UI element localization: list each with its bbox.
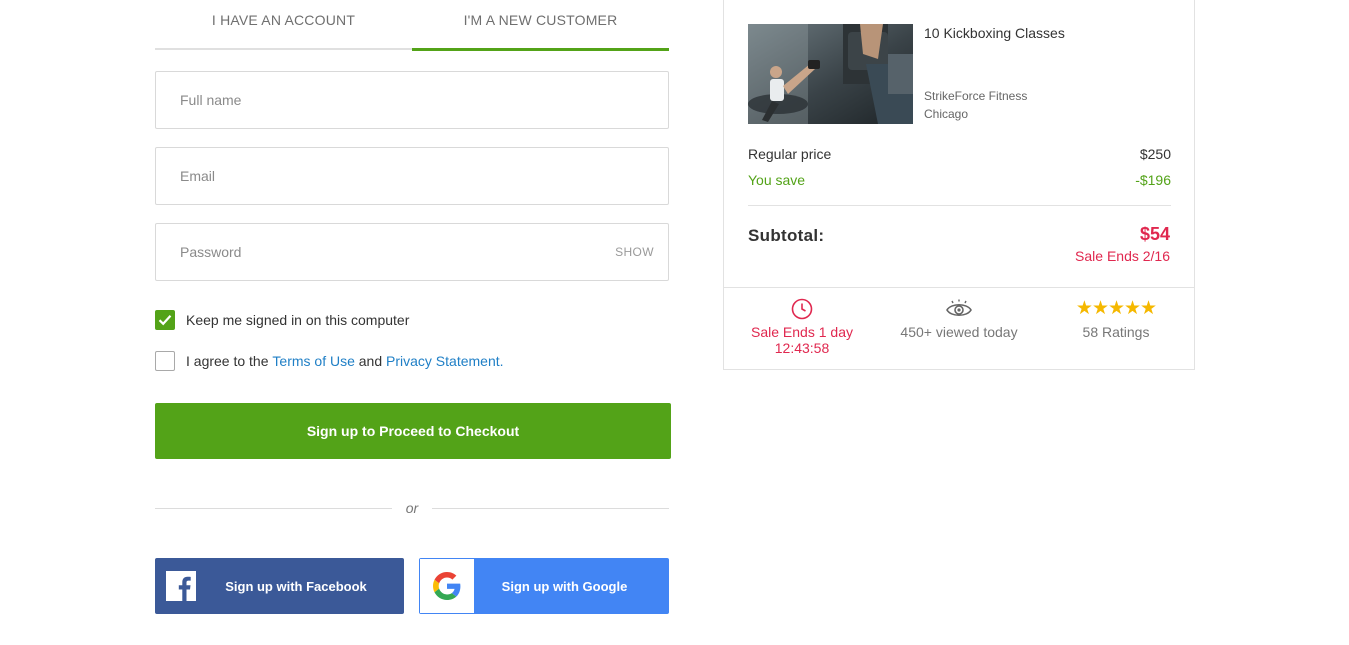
google-signup-button[interactable]: Sign up with Google <box>419 558 669 614</box>
account-tabs: I HAVE AN ACCOUNT I'M A NEW CUSTOMER <box>155 0 669 51</box>
facebook-icon <box>166 571 196 601</box>
or-label: or <box>405 500 419 516</box>
keep-signed-in-label: Keep me signed in on this computer <box>186 312 410 328</box>
sale-ends-date: Sale Ends 2/16 <box>1075 248 1170 264</box>
you-save-label: You save <box>748 172 806 188</box>
timer-line-1: Sale Ends 1 day <box>751 324 853 340</box>
merchant-name: StrikeForce Fitness <box>924 89 1028 103</box>
facebook-signup-button[interactable]: Sign up with Facebook <box>155 558 404 614</box>
order-summary-card: 10 Kickboxing Classes StrikeForce Fitnes… <box>723 0 1195 370</box>
checkmark-icon <box>158 315 172 326</box>
you-save-value: -$196 <box>1135 172 1171 188</box>
or-divider: or <box>155 498 669 518</box>
clock-icon <box>791 298 813 320</box>
google-signup-label: Sign up with Google <box>501 578 628 594</box>
subtotal-label: Subtotal: <box>748 226 825 245</box>
tab-new-customer[interactable]: I'M A NEW CUSTOMER <box>412 0 669 51</box>
agree-and-text: and <box>358 353 383 369</box>
facebook-signup-label: Sign up with Facebook <box>225 578 367 594</box>
ratings-count[interactable]: 58 Ratings <box>1036 324 1196 340</box>
signup-checkout-button[interactable]: Sign up to Proceed to Checkout <box>155 403 671 459</box>
views-stat: 450+ viewed today <box>879 288 1039 340</box>
you-save-row: You save -$196 <box>748 172 1171 188</box>
deal-thumbnail-image <box>748 24 913 124</box>
show-password-toggle[interactable]: SHOW <box>615 245 654 259</box>
password-input[interactable] <box>156 224 668 280</box>
keep-signed-in-checkbox[interactable] <box>155 310 175 330</box>
merchant-location: Chicago <box>924 107 969 121</box>
regular-price-label: Regular price <box>748 146 832 162</box>
timer-countdown: 12:43:58 <box>774 340 830 356</box>
agree-terms-row: I agree to the Terms of Use and Privacy … <box>155 351 504 371</box>
star-rating-icon: ★★★★★ <box>1075 298 1157 319</box>
views-text: 450+ viewed today <box>900 324 1018 340</box>
email-field <box>155 147 669 205</box>
sale-timer: Sale Ends 1 day 12:43:58 <box>722 288 882 356</box>
deal-title[interactable]: 10 Kickboxing Classes <box>924 25 1065 41</box>
eye-icon <box>946 299 972 317</box>
deal-stats: Sale Ends 1 day 12:43:58 450+ viewed tod… <box>724 287 1194 370</box>
terms-of-use-link[interactable]: Terms of Use <box>272 353 354 369</box>
ratings-stat: ★★★★★ 58 Ratings <box>1036 288 1196 340</box>
password-field: SHOW <box>155 223 669 281</box>
regular-price-row: Regular price $250 <box>748 146 1171 162</box>
regular-price-value: $250 <box>1139 146 1171 162</box>
email-input[interactable] <box>156 148 668 204</box>
google-icon <box>420 559 474 613</box>
agree-terms-checkbox[interactable] <box>155 351 175 371</box>
agree-prefix-text: I agree to the <box>186 353 269 369</box>
full-name-input[interactable] <box>156 72 668 128</box>
subtotal-value: $54 <box>1139 224 1170 244</box>
privacy-statement-link[interactable]: Privacy Statement. <box>386 353 504 369</box>
keep-signed-in-row: Keep me signed in on this computer <box>155 310 409 330</box>
price-divider <box>748 205 1171 206</box>
tab-existing-account[interactable]: I HAVE AN ACCOUNT <box>155 0 412 50</box>
full-name-field <box>155 71 669 129</box>
